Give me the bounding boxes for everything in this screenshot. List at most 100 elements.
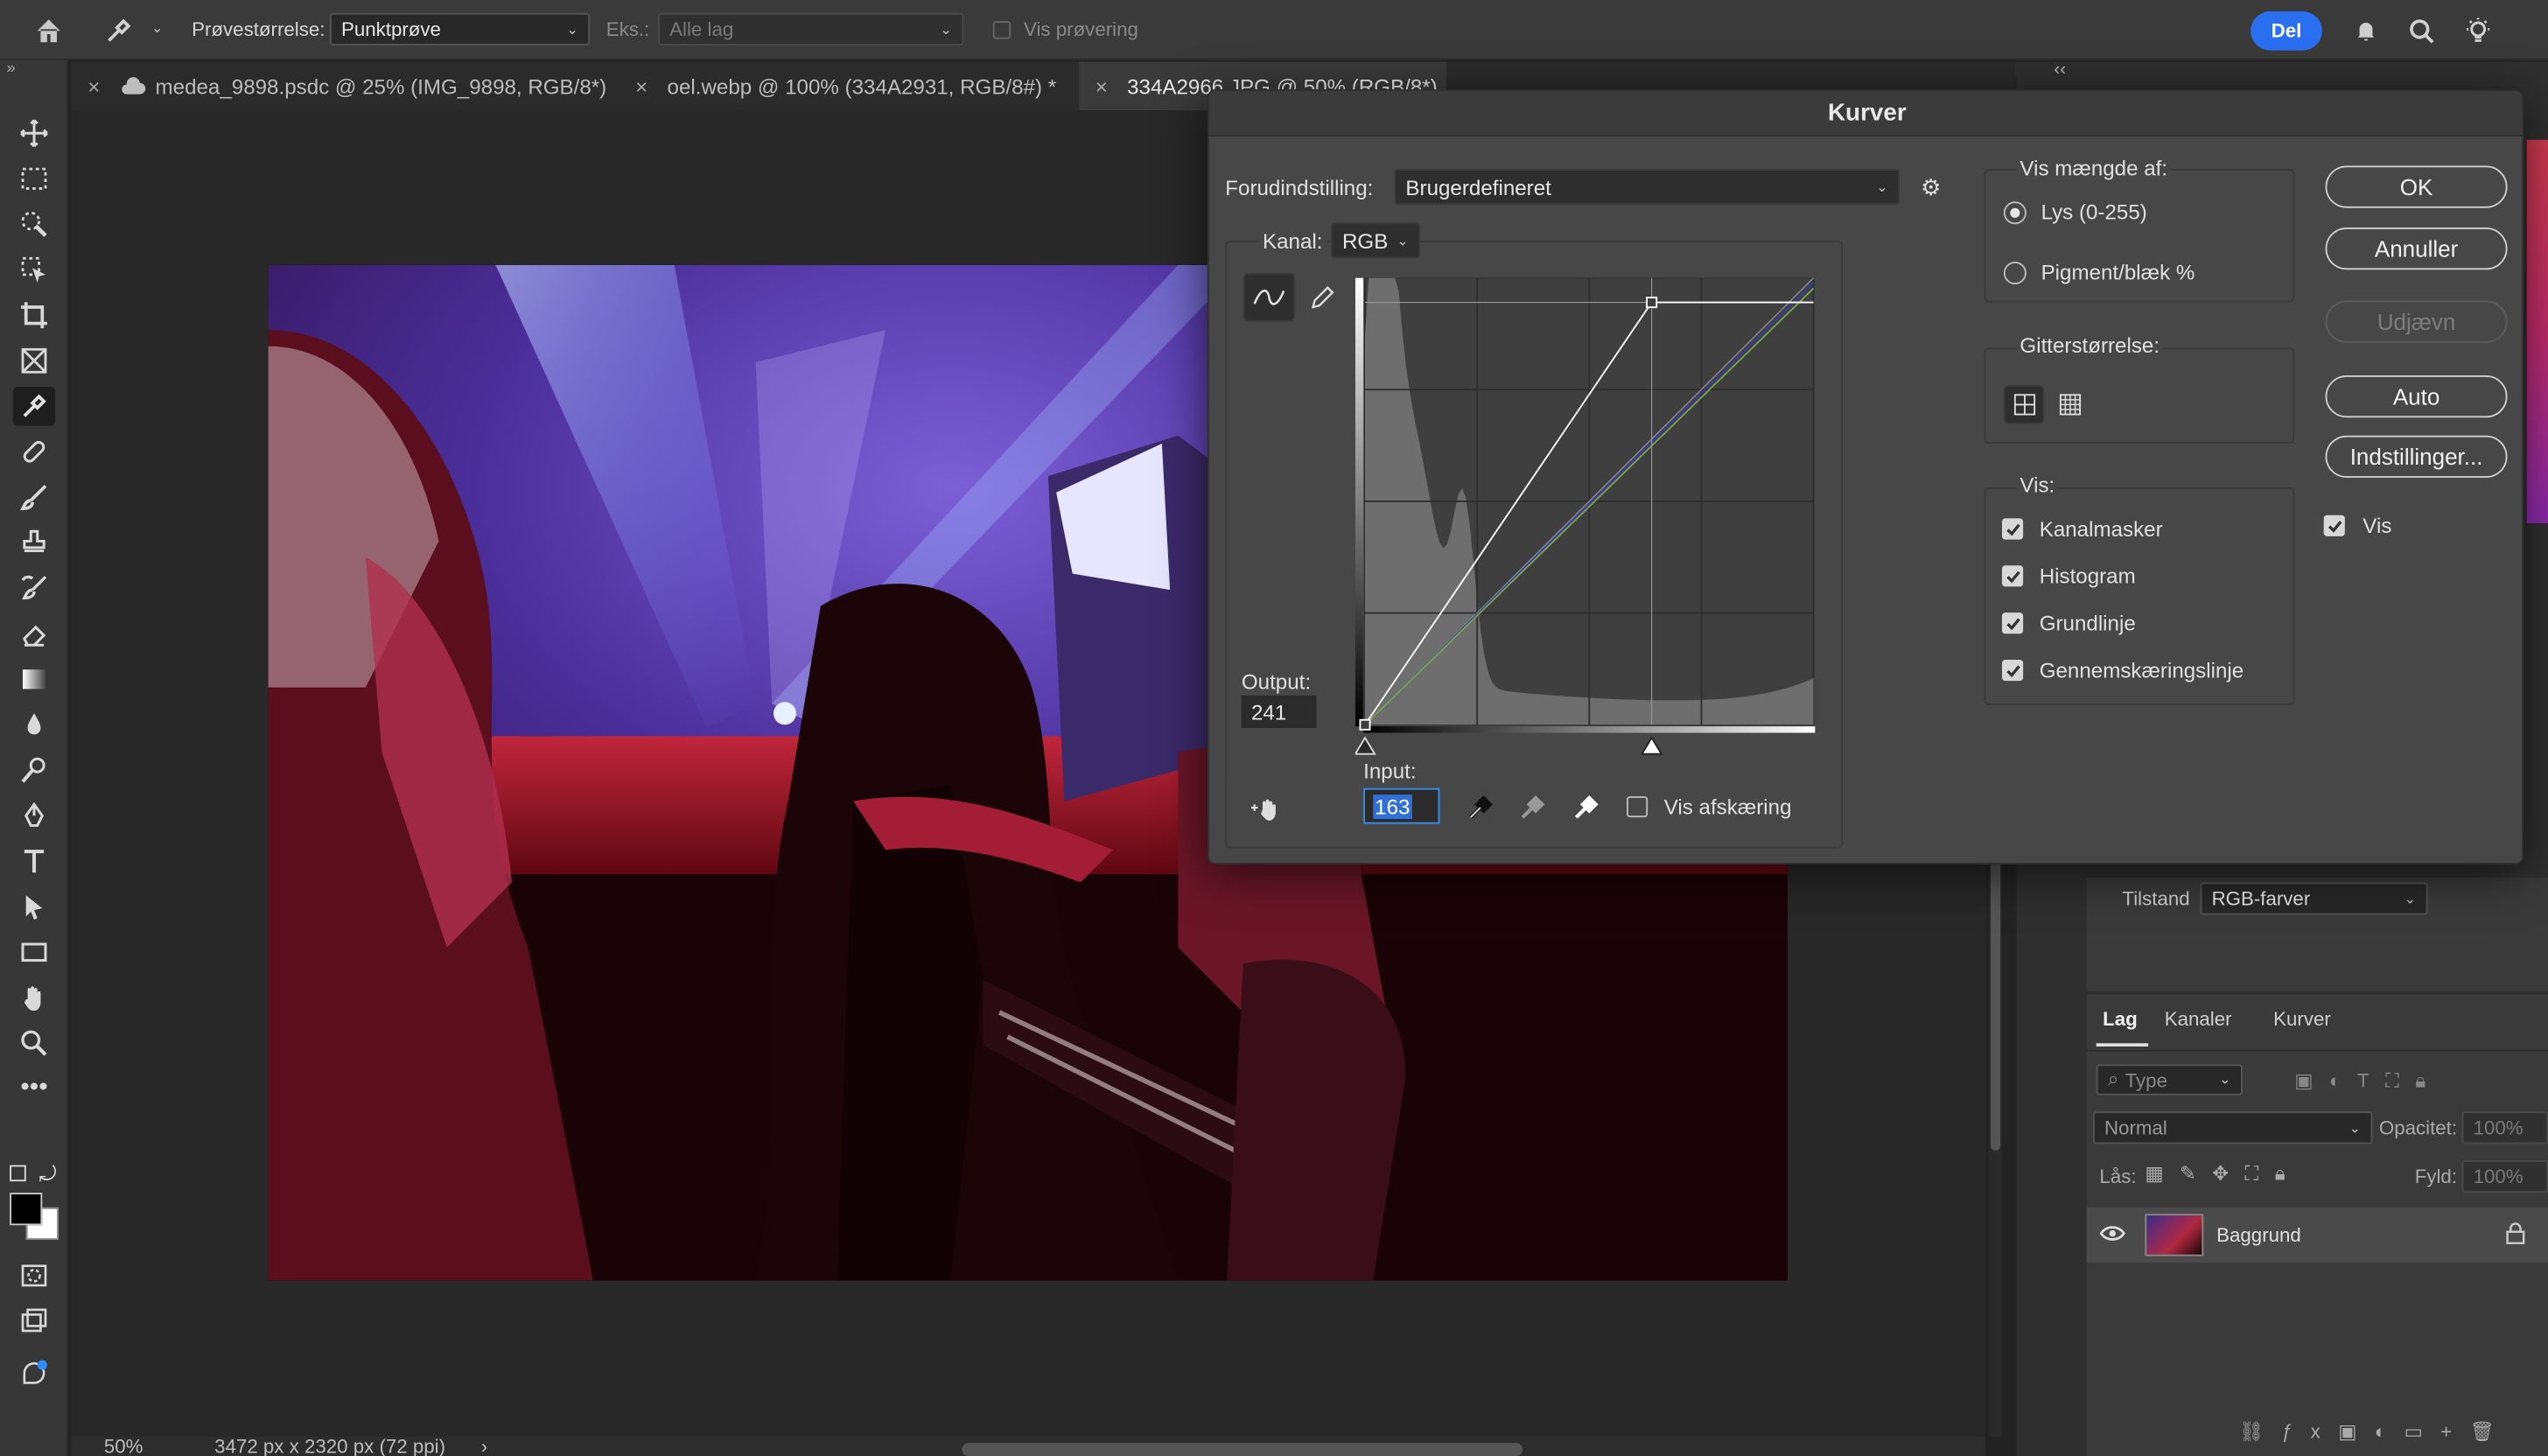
light-radio[interactable] bbox=[2003, 201, 2026, 225]
home-icon[interactable] bbox=[32, 15, 65, 47]
collapse-panels-icon[interactable]: ‹‹ bbox=[2054, 60, 2066, 80]
gradient-tool-icon[interactable] bbox=[13, 660, 55, 699]
blend-mode-select[interactable]: Normal ⌄ bbox=[2093, 1111, 2373, 1144]
lock-icons[interactable]: ▦✎✥⛶🔒︎ bbox=[2145, 1162, 2301, 1186]
pencil-draw-icon[interactable] bbox=[1303, 276, 1342, 318]
foreground-color-swatch[interactable] bbox=[10, 1193, 43, 1226]
curve-points-mode-icon[interactable] bbox=[1242, 273, 1296, 322]
zoom-tool-icon[interactable] bbox=[13, 1024, 55, 1063]
smooth-button[interactable]: Udjævn bbox=[2325, 300, 2508, 343]
quick-selection-tool-icon[interactable] bbox=[13, 205, 55, 244]
sample-size-select[interactable]: Punktprøve ⌄ bbox=[330, 12, 591, 46]
simple-grid-icon[interactable] bbox=[2003, 385, 2045, 424]
sample-layers-select[interactable]: Alle lag ⌄ bbox=[658, 12, 964, 46]
tool-preset-chevron-icon[interactable]: ⌄ bbox=[151, 19, 164, 37]
close-icon[interactable]: × bbox=[88, 74, 100, 99]
history-brush-tool-icon[interactable] bbox=[13, 569, 55, 608]
object-selection-tool-icon[interactable] bbox=[13, 250, 55, 290]
black-eyedropper-icon[interactable] bbox=[1462, 790, 1498, 826]
properties-panel: Tilstand RGB-farver ⌄ bbox=[2086, 877, 2548, 991]
lightbulb-icon[interactable] bbox=[2460, 13, 2496, 49]
curves-graph[interactable] bbox=[1354, 277, 1816, 733]
chevron-right-icon[interactable]: › bbox=[481, 1435, 487, 1456]
share-button[interactable]: Del bbox=[2250, 11, 2322, 51]
document-tab-1[interactable]: × medea_9898.psdc @ 25% (IMG_9898, RGB/8… bbox=[72, 62, 618, 111]
targeted-adjustment-hand-icon[interactable] bbox=[1245, 793, 1287, 825]
dodge-tool-icon[interactable] bbox=[13, 751, 55, 790]
opacity-field[interactable]: 100% bbox=[2461, 1111, 2548, 1144]
detailed-grid-icon[interactable] bbox=[2049, 385, 2090, 424]
clone-stamp-tool-icon[interactable] bbox=[13, 523, 55, 563]
show-ring-checkbox[interactable] bbox=[992, 21, 1012, 39]
brush-tool-icon[interactable] bbox=[13, 478, 55, 517]
tab-channels[interactable]: Kanaler bbox=[2165, 1007, 2232, 1030]
tab-curves[interactable]: Kurver bbox=[2273, 1007, 2331, 1030]
preview-checkbox[interactable] bbox=[2323, 514, 2345, 536]
preset-select[interactable]: Brugerdefineret ⌄ bbox=[1394, 169, 1900, 206]
layer-filter-icons[interactable]: ▣◐T⛶🔒︎ bbox=[2294, 1069, 2441, 1094]
blur-tool-icon[interactable] bbox=[13, 705, 55, 745]
layer-filter-select[interactable]: ⌕ Type ⌄ bbox=[2096, 1064, 2243, 1096]
quick-mask-icon[interactable] bbox=[13, 1256, 55, 1296]
layer-actions-icons[interactable]: ⛓ƒx▣◐▭+🗑︎ bbox=[2239, 1420, 2512, 1443]
move-tool-icon[interactable] bbox=[13, 114, 55, 153]
search-icon[interactable] bbox=[2405, 15, 2438, 47]
color-panel-strip[interactable] bbox=[2526, 139, 2548, 524]
eye-icon[interactable] bbox=[2099, 1223, 2125, 1242]
show-clipping-checkbox[interactable] bbox=[1627, 796, 1648, 818]
white-eyedropper-icon[interactable] bbox=[1568, 790, 1604, 826]
swap-colors-icon[interactable]: ⤾ bbox=[39, 1162, 57, 1188]
show-option-checkbox[interactable] bbox=[2002, 518, 2024, 540]
path-selection-tool-icon[interactable] bbox=[13, 887, 55, 927]
frame-tool-icon[interactable] bbox=[13, 341, 55, 381]
cancel-button[interactable]: Annuller bbox=[2325, 228, 2508, 270]
input-label: Input: bbox=[1363, 759, 1417, 784]
fill-field[interactable]: 100% bbox=[2461, 1160, 2548, 1194]
tab-layers[interactable]: Lag bbox=[2103, 1007, 2138, 1030]
eyedropper-tool-icon[interactable] bbox=[101, 13, 136, 49]
type-tool-icon[interactable] bbox=[13, 842, 55, 881]
curve-point[interactable] bbox=[1359, 718, 1371, 731]
black-point-slider[interactable] bbox=[1354, 736, 1376, 755]
preset-options-gear-icon[interactable]: ⚙ bbox=[1921, 174, 1941, 202]
curve-point[interactable] bbox=[1646, 297, 1658, 309]
opacity-value: 100% bbox=[2473, 1116, 2524, 1139]
document-tab-2[interactable]: × oel.webp @ 100% (334A2931, RGB/8#) * bbox=[620, 62, 1088, 111]
show-option-checkbox[interactable] bbox=[2002, 565, 2024, 587]
close-icon[interactable]: × bbox=[1096, 74, 1108, 99]
channel-select[interactable]: RGB ⌄ bbox=[1331, 222, 1421, 259]
layer-row[interactable]: Baggrund bbox=[2086, 1207, 2548, 1264]
marquee-tool-icon[interactable] bbox=[13, 159, 55, 199]
hand-tool-icon[interactable] bbox=[13, 978, 55, 1018]
show-option-checkbox[interactable] bbox=[2002, 660, 2024, 682]
layer-name[interactable]: Baggrund bbox=[2216, 1223, 2301, 1246]
collapse-panel-icon[interactable]: » bbox=[6, 60, 15, 78]
mode-select[interactable]: RGB-farver ⌄ bbox=[2200, 882, 2428, 915]
healing-brush-tool-icon[interactable] bbox=[13, 432, 55, 472]
output-field[interactable]: 241 bbox=[1241, 695, 1317, 729]
pigment-radio[interactable] bbox=[2003, 262, 2026, 285]
horizontal-scrollbar-thumb[interactable] bbox=[962, 1443, 1523, 1456]
dialog-title[interactable]: Kurver bbox=[1208, 91, 2523, 137]
options-button[interactable]: Indstillinger... bbox=[2325, 435, 2508, 479]
show-option-checkbox[interactable] bbox=[2002, 612, 2024, 634]
pen-tool-icon[interactable] bbox=[13, 796, 55, 836]
eyedropper-tool-icon[interactable] bbox=[12, 387, 56, 426]
auto-button[interactable]: Auto bbox=[2325, 375, 2508, 418]
white-point-slider[interactable] bbox=[1640, 736, 1663, 755]
zoom-level[interactable]: 50% bbox=[104, 1435, 144, 1456]
rectangle-tool-icon[interactable] bbox=[13, 933, 55, 972]
input-field[interactable]: 163 bbox=[1363, 788, 1440, 824]
eraser-tool-icon[interactable] bbox=[13, 614, 55, 654]
close-icon[interactable]: × bbox=[635, 74, 648, 99]
gray-eyedropper-icon[interactable] bbox=[1515, 790, 1550, 826]
ok-button[interactable]: OK bbox=[2325, 165, 2508, 208]
screen-mode-icon[interactable] bbox=[13, 1302, 55, 1341]
share-review-icon[interactable] bbox=[13, 1354, 55, 1393]
pigment-label: Pigment/blæk % bbox=[2040, 260, 2195, 285]
show-clipping-label: Vis afskæring bbox=[1663, 794, 1792, 820]
crop-tool-icon[interactable] bbox=[13, 296, 55, 335]
default-colors-icon[interactable] bbox=[10, 1165, 26, 1182]
more-tools-icon[interactable]: ••• bbox=[13, 1069, 55, 1109]
bell-icon[interactable] bbox=[2349, 15, 2382, 47]
